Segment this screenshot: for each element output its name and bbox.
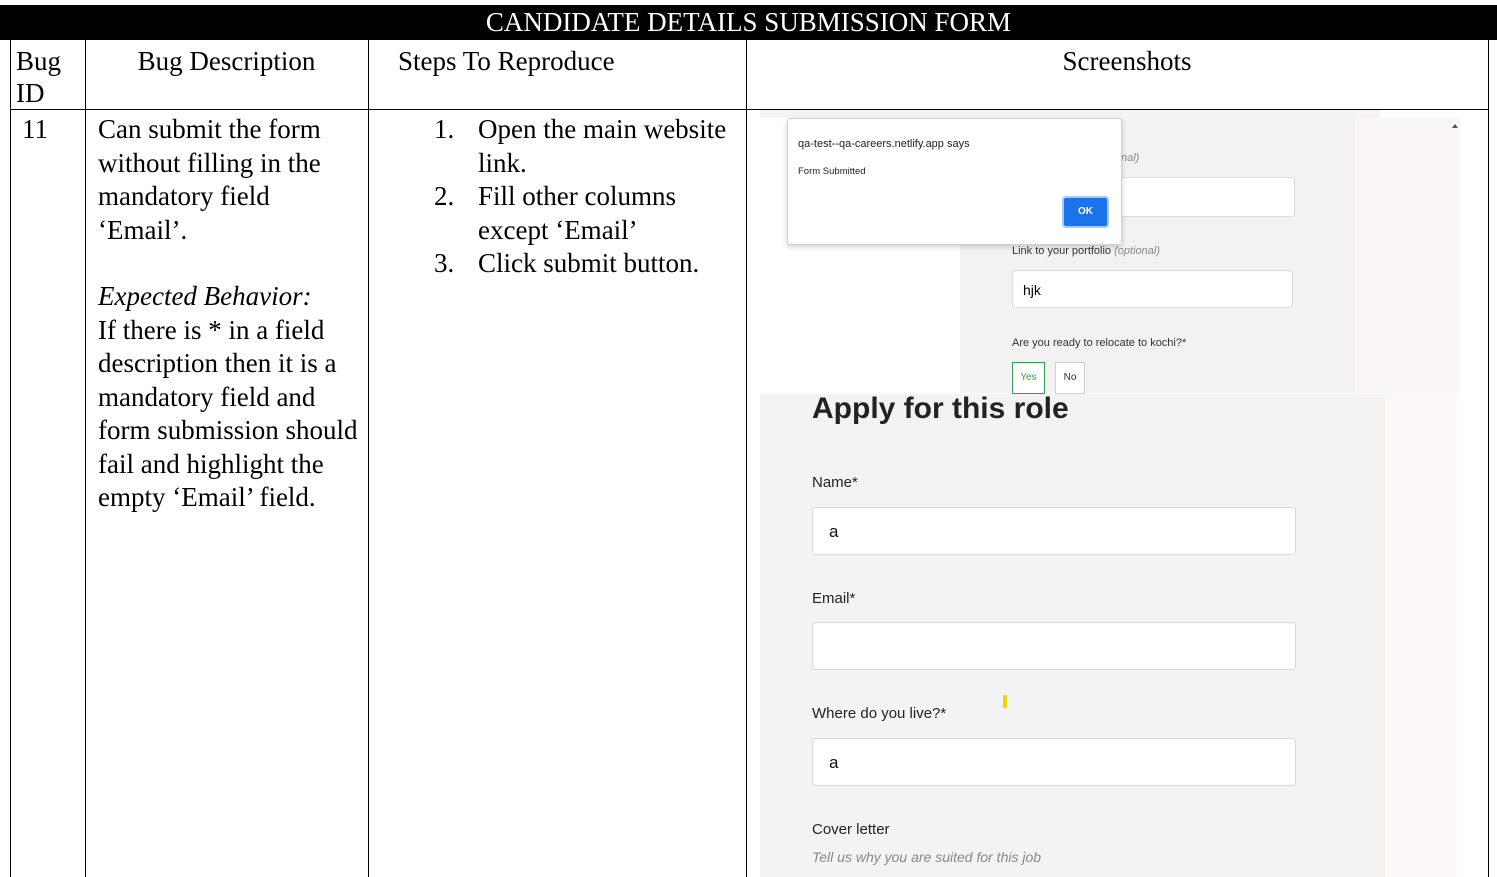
step-item: 1. Open the main website link. [434,114,727,178]
relocate-question: Are you ready to relocate to kochi?* [1012,337,1187,349]
partial-optional-label: nal) [1121,152,1140,164]
screenshot-apply-form-side [1385,394,1457,877]
email-label: Email* [812,590,856,607]
column-divider-2 [368,40,369,877]
header-bug-id: Bug ID [16,46,62,108]
header-screenshots: Screenshots [1062,46,1192,76]
where-live-input: a [812,738,1296,786]
table-title: CANDIDATE DETAILS SUBMISSION FORM [0,5,1497,40]
screenshot-alert-topbar [760,110,1380,118]
bug-description-text: Can submit the form without filling in t… [98,114,321,245]
table-border-right [1488,40,1489,877]
bug-description-cell: Can submit the form without filling in t… [98,113,362,515]
email-input [812,622,1296,670]
table-border-left [10,40,11,877]
steps-cell: 1. Open the main website link. 2. Fill oth… [434,113,734,281]
column-divider-1 [85,40,86,877]
expected-behavior-label: Expected Behavior: [98,281,312,311]
column-divider-3 [746,40,747,877]
alert-dialog-site: qa-test--qa-careers.netlify.app says [798,138,970,150]
cover-letter-hint: Tell us why you are suited for this job [812,849,1042,865]
alert-dialog-message: Form Submitted [798,166,866,177]
relocate-yes-button: Yes [1012,362,1045,394]
alert-ok-button: OK [1062,196,1109,228]
name-label: Name* [812,474,858,491]
step-item: 2. Fill other columns except ‘Email’ [434,181,676,245]
apply-form-heading: Apply for this role [812,392,1069,425]
header-steps: Steps To Reproduce [398,46,615,76]
header-bug-description: Bug Description [137,46,316,76]
screenshot-alert-side [1355,118,1460,393]
where-live-label: Where do you live?* [812,705,947,722]
portfolio-input: hjk [1012,270,1293,308]
steps-list: 1. Open the main website link. 2. Fill oth… [434,113,734,281]
step-item: 3. Click submit button. [434,248,700,278]
cover-letter-label: Cover letter [812,821,890,838]
expected-behavior-text: If there is * in a field description the… [98,314,358,513]
relocate-no-button: No [1055,362,1085,394]
portfolio-label: Link to your portfolio (optional) [1012,245,1160,257]
bug-id-cell: 11 [22,114,48,144]
scroll-up-arrow-icon [1452,124,1458,128]
name-input: a [812,507,1296,555]
text-cursor-highlight [1003,695,1007,708]
